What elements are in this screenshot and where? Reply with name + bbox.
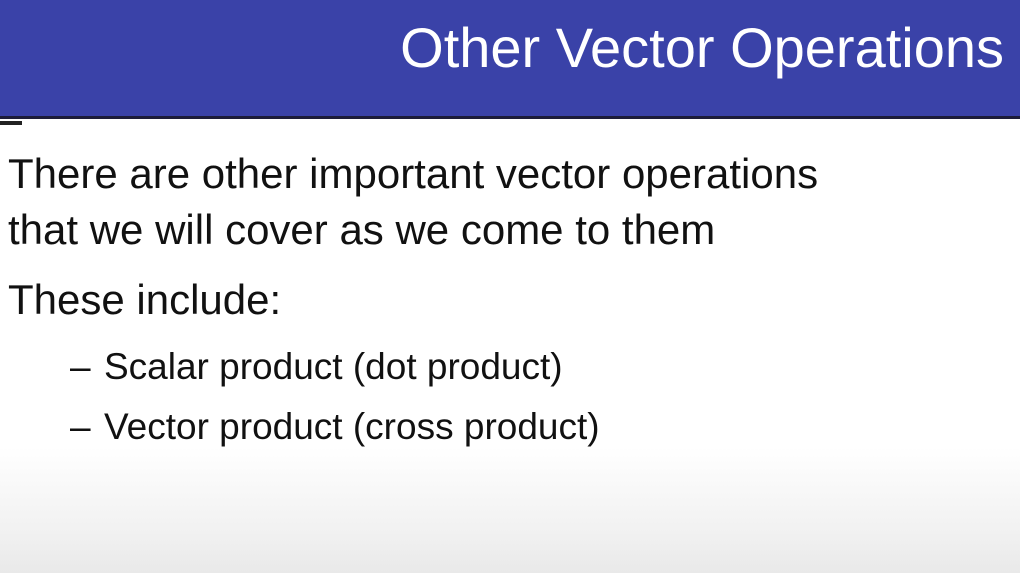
slide-title: Other Vector Operations: [400, 16, 1004, 79]
slide: Other Vector Operations There are other …: [0, 0, 1020, 573]
sub-bullet-text: Scalar product (dot product): [104, 346, 563, 387]
title-bar: Other Vector Operations: [0, 0, 1020, 119]
bullet-these-include: These include:: [8, 272, 1008, 328]
bullet-line: that we will cover as we come to them: [8, 206, 716, 253]
divider: [0, 121, 22, 125]
dash-marker: –: [70, 406, 91, 447]
dash-marker: –: [70, 346, 91, 387]
bullet-other-operations: There are other important vector operati…: [8, 146, 1008, 258]
sub-bullet-scalar-product: – Scalar product (dot product): [70, 342, 1008, 392]
sub-bullet-text: Vector product (cross product): [104, 406, 600, 447]
sub-bullet-list: – Scalar product (dot product) – Vector pr…: [8, 342, 1008, 452]
slide-body: There are other important vector operati…: [8, 146, 1008, 462]
sub-bullet-vector-product: – Vector product (cross product): [70, 402, 1008, 452]
bullet-line: These include:: [8, 276, 282, 323]
bullet-line: There are other important vector operati…: [8, 150, 819, 197]
